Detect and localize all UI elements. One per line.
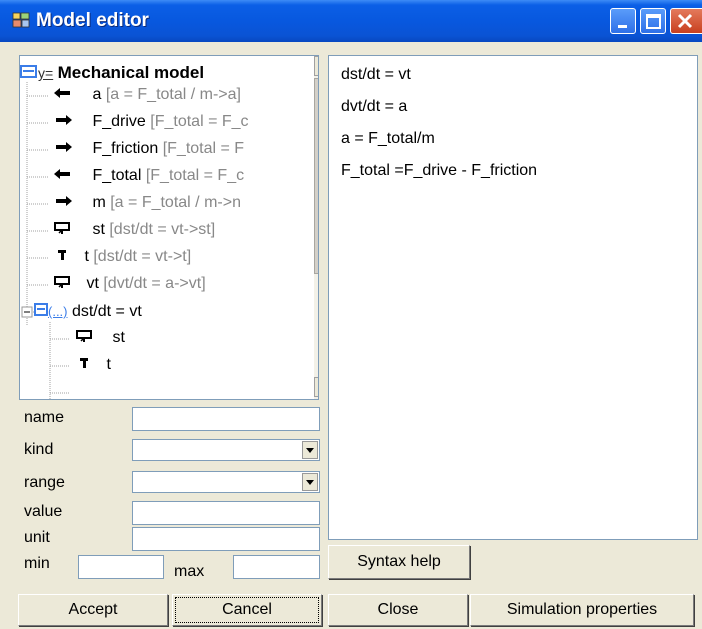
root-node-icon	[20, 65, 37, 78]
tree-item-detail: [dst/dt = vt->st]	[109, 221, 216, 238]
tree-root[interactable]: y= Mechanical model	[20, 63, 204, 83]
arrow-right-icon	[56, 196, 72, 206]
close-button[interactable]: Close	[328, 594, 468, 626]
equation-line: F_total =F_drive - F_friction	[341, 162, 538, 179]
state-icon	[54, 276, 70, 288]
chevron-down-icon	[306, 480, 314, 485]
arrow-right-icon	[56, 115, 72, 125]
tree-item-detail: [a = F_total / m->n	[110, 194, 241, 211]
title-bar[interactable]: Model editor	[0, 0, 702, 42]
range-dropdown-button[interactable]	[302, 473, 318, 491]
simulation-properties-label: Simulation properties	[506, 601, 658, 618]
range-select[interactable]	[132, 471, 320, 493]
model-editor-window: Model editor y= Mechanical model a [a = …	[0, 0, 702, 629]
close-icon	[677, 13, 693, 29]
close-label: Close	[377, 601, 419, 618]
name-label: name	[24, 409, 65, 426]
range-label: range	[24, 474, 65, 491]
kind-select[interactable]	[132, 439, 320, 461]
root-prefix: y=	[38, 65, 54, 81]
name-field[interactable]	[132, 407, 320, 431]
root-label: Mechanical model	[57, 63, 205, 82]
tree-item-detail: [dvt/dt = a->vt]	[103, 275, 206, 292]
minimize-button[interactable]	[610, 8, 636, 34]
chevron-down-icon	[306, 448, 314, 453]
tree-item-detail: [F_total = F	[162, 140, 245, 157]
tree-item[interactable]: vt [dvt/dt = a->vt]	[52, 275, 206, 293]
accept-label: Accept	[68, 601, 118, 618]
equation-editor[interactable]: dst/dt = vt dvt/dt = a a = F_total/m F_t…	[328, 55, 698, 540]
kind-label: kind	[24, 441, 54, 458]
tree-item-detail: [F_total = F_c	[150, 113, 249, 130]
tree-item[interactable]: m [a = F_total / m->n	[52, 194, 241, 212]
tree-item[interactable]: a [a = F_total / m->a]	[52, 86, 241, 104]
tree-item[interactable]: F_drive [F_total = F_c	[52, 113, 249, 131]
scroll-up-button[interactable]	[314, 56, 318, 76]
cancel-button[interactable]: Cancel	[172, 594, 322, 626]
min-label: min	[24, 555, 50, 572]
simulation-properties-button[interactable]: Simulation properties	[470, 594, 694, 626]
tree-item-name: a	[92, 86, 102, 103]
tree-item-detail: [F_total = F_c	[145, 167, 245, 184]
minimize-icon	[618, 25, 627, 28]
tree-item[interactable]: F_total [F_total = F_c	[52, 167, 244, 185]
max-label: max	[174, 563, 205, 580]
tree-item-name: t	[106, 356, 111, 373]
unit-label: unit	[24, 529, 50, 546]
tree-item-name: m	[92, 194, 106, 211]
tree-scrollbar[interactable]	[314, 56, 318, 399]
tree-subitem[interactable]: t	[74, 356, 111, 374]
equation-line: dst/dt = vt	[341, 66, 411, 83]
tree-item-name: F_drive	[92, 113, 146, 130]
syntax-help-label: Syntax help	[357, 553, 441, 570]
value-field[interactable]	[132, 501, 320, 525]
tree-subnode[interactable]: (...) dst/dt = vt	[34, 302, 142, 321]
equation-line: dvt/dt = a	[341, 98, 408, 115]
state-icon	[54, 222, 70, 234]
tree-item-name: t	[84, 248, 89, 265]
kind-dropdown-button[interactable]	[302, 441, 318, 459]
time-icon	[58, 250, 66, 260]
arrow-left-icon	[54, 88, 70, 98]
value-label: value	[24, 503, 63, 520]
equation-node-icon	[34, 303, 48, 316]
model-tree[interactable]: y= Mechanical model a [a = F_total / m->…	[19, 55, 319, 400]
min-field[interactable]	[78, 555, 164, 579]
scroll-down-button[interactable]	[314, 377, 318, 397]
tree-item[interactable]: F_friction [F_total = F	[52, 140, 244, 158]
cancel-label: Cancel	[175, 597, 319, 623]
tree-item-name: F_total	[92, 167, 142, 184]
max-field[interactable]	[233, 555, 320, 579]
tree-item-name: st	[92, 221, 105, 238]
subnode-prefix: (...)	[48, 304, 68, 319]
close-window-button[interactable]	[670, 8, 702, 34]
arrow-left-icon	[54, 169, 70, 179]
subnode-label: dst/dt = vt	[71, 303, 142, 320]
syntax-help-button[interactable]: Syntax help	[328, 545, 470, 579]
maximize-button[interactable]	[640, 8, 666, 34]
maximize-icon	[646, 14, 661, 29]
tree-item[interactable]: t [dst/dt = vt->t]	[52, 248, 191, 266]
time-icon	[80, 358, 88, 368]
app-icon	[12, 12, 30, 28]
tree-item-name: F_friction	[92, 140, 159, 157]
scroll-thumb[interactable]	[314, 78, 318, 274]
window-title: Model editor	[36, 10, 149, 31]
arrow-right-icon	[56, 142, 72, 152]
tree-subitem[interactable]: st	[74, 329, 125, 347]
tree-item-detail: [dst/dt = vt->t]	[93, 248, 192, 265]
state-icon	[76, 330, 92, 342]
tree-item-name: vt	[86, 275, 99, 292]
tree-item-detail: [a = F_total / m->a]	[105, 86, 241, 103]
tree-item-name: st	[112, 329, 125, 346]
tree-item[interactable]: st [dst/dt = vt->st]	[52, 221, 215, 239]
accept-button[interactable]: Accept	[18, 594, 168, 626]
equation-line: a = F_total/m	[341, 130, 435, 147]
unit-field[interactable]	[132, 527, 320, 551]
